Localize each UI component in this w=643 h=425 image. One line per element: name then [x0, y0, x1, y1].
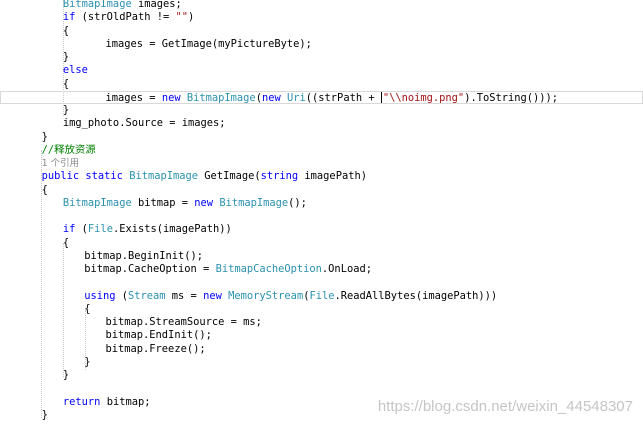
- code-token-plain: ): [188, 11, 195, 24]
- code-token-plain: images;: [131, 0, 182, 10]
- code-token-kw: using: [84, 289, 116, 302]
- code-line[interactable]: bitmap.BeginInit();: [0, 250, 643, 263]
- code-token-plain: }: [62, 51, 70, 63]
- code-token-plain: }: [62, 104, 70, 116]
- code-token-type: BitmapImage: [186, 91, 256, 104]
- code-token-kw: if: [62, 223, 76, 236]
- code-token-type: BitmapImage: [62, 0, 132, 10]
- code-token-plain: {: [84, 302, 91, 315]
- code-line[interactable]: [0, 382, 643, 395]
- code-line[interactable]: {: [0, 184, 643, 197]
- code-line[interactable]: }: [0, 131, 643, 144]
- code-token-plain: images =: [105, 91, 162, 104]
- code-token-kw: new: [194, 196, 214, 209]
- code-token-type: BitmapImage: [219, 196, 289, 209]
- code-token-plain: bitmap.Freeze();: [105, 342, 206, 355]
- code-token-plain: .ReadAllBytes(imagePath))): [334, 289, 498, 302]
- code-editor[interactable]: BitmapImage images; if (strOldPath != "")…: [0, 0, 643, 425]
- code-token-kw: return: [62, 395, 101, 408]
- code-token-plain: (: [75, 223, 88, 236]
- code-token-plain: bitmap =: [131, 196, 195, 209]
- code-token-plain: }: [84, 355, 91, 368]
- code-token-plain: GetImage(: [198, 170, 261, 183]
- code-token-str: "": [175, 11, 189, 24]
- code-line[interactable]: BitmapImage images;: [0, 0, 643, 11]
- code-token-plain: {: [41, 183, 48, 196]
- code-token-plain: }: [62, 369, 70, 381]
- code-token-kw: if: [62, 11, 76, 24]
- code-token-plain: ((strPath +: [305, 91, 381, 104]
- code-line[interactable]: using (Stream ms = new MemoryStream(File…: [0, 290, 643, 303]
- code-token-plain: bitmap.EndInit();: [105, 329, 212, 342]
- code-line[interactable]: if (File.Exists(imagePath)): [0, 223, 643, 236]
- watermark: https://blog.csdn.net/weixin_44548307: [377, 398, 633, 415]
- code-token-plain: ();: [288, 196, 307, 209]
- code-line[interactable]: [0, 210, 643, 223]
- code-token-plain: }: [41, 130, 48, 143]
- code-token-kw: string: [260, 170, 299, 183]
- code-token-plain: {: [62, 236, 70, 249]
- codelens-references[interactable]: 1 个引用: [0, 157, 643, 170]
- code-token-kw: new: [261, 91, 281, 104]
- code-token-kw: else: [62, 64, 88, 77]
- code-token-plain: ms =: [165, 289, 204, 302]
- code-token-type: File: [87, 223, 113, 236]
- code-token-plain: bitmap.BeginInit();: [84, 249, 204, 262]
- code-line[interactable]: if (strOldPath != ""): [0, 11, 643, 24]
- text-cursor: [380, 90, 382, 103]
- code-line[interactable]: public static BitmapImage GetImage(strin…: [0, 170, 643, 183]
- code-token-kw: static: [85, 170, 123, 183]
- code-line[interactable]: }: [0, 356, 643, 369]
- code-token-plain: img_photo.Source = images;: [62, 117, 226, 130]
- code-line[interactable]: bitmap.CacheOption = BitmapCacheOption.O…: [0, 263, 643, 276]
- code-line[interactable]: [0, 276, 643, 289]
- code-token-type: BitmapCacheOption: [215, 263, 322, 275]
- code-token-plain: (: [115, 289, 128, 302]
- code-line[interactable]: {: [0, 78, 643, 91]
- code-token-kw: new: [161, 91, 181, 104]
- code-line[interactable]: bitmap.Freeze();: [0, 343, 643, 356]
- code-lines[interactable]: BitmapImage images; if (strOldPath != "")…: [0, 0, 643, 422]
- code-token-type: BitmapImage: [62, 196, 132, 209]
- code-line[interactable]: bitmap.StreamSource = ms;: [0, 316, 643, 329]
- code-token-kw: public: [41, 170, 80, 183]
- code-token-plain: .Exists(imagePath)): [112, 223, 232, 236]
- code-line[interactable]: {: [0, 237, 643, 250]
- code-token-type: BitmapImage: [129, 170, 199, 183]
- code-line[interactable]: else: [0, 64, 643, 77]
- code-line[interactable]: //释放资源: [0, 144, 643, 157]
- code-token-plain: ).ToString()));: [464, 91, 559, 104]
- code-token-plain: }: [41, 408, 48, 421]
- code-line[interactable]: images = GetImage(myPictureByte);: [0, 38, 643, 51]
- code-line[interactable]: }: [0, 104, 643, 117]
- code-token-type: Uri: [287, 91, 306, 104]
- code-token-cmt: //释放资源: [41, 143, 96, 156]
- code-line[interactable]: }: [0, 369, 643, 382]
- code-token-type: Stream: [127, 289, 166, 302]
- code-token-type: MemoryStream: [228, 289, 304, 302]
- code-token-plain: (strOldPath !=: [75, 11, 176, 24]
- code-token-plain: .OnLoad;: [321, 263, 372, 275]
- code-token-plain: images = GetImage(myPictureByte);: [105, 37, 312, 50]
- code-line[interactable]: images = new BitmapImage(new Uri((strPat…: [0, 90, 643, 104]
- code-token-plain: {: [62, 77, 70, 90]
- code-line[interactable]: }: [0, 51, 643, 64]
- code-token-kw: new: [203, 289, 222, 302]
- code-token-plain: bitmap;: [100, 395, 151, 408]
- code-line[interactable]: bitmap.EndInit();: [0, 329, 643, 342]
- code-token-lens: 1 个引用: [41, 158, 80, 169]
- code-token-type: File: [309, 289, 335, 302]
- code-line[interactable]: BitmapImage bitmap = new BitmapImage();: [0, 197, 643, 210]
- code-line[interactable]: {: [0, 303, 643, 316]
- code-token-plain: bitmap.CacheOption =: [84, 263, 216, 275]
- code-line[interactable]: img_photo.Source = images;: [0, 117, 643, 130]
- code-token-plain: bitmap.StreamSource = ms;: [105, 316, 262, 328]
- code-token-plain: imagePath): [298, 170, 367, 183]
- code-token-plain: {: [62, 24, 70, 37]
- code-token-str: "\\noimg.png": [382, 91, 465, 104]
- code-line[interactable]: {: [0, 25, 643, 38]
